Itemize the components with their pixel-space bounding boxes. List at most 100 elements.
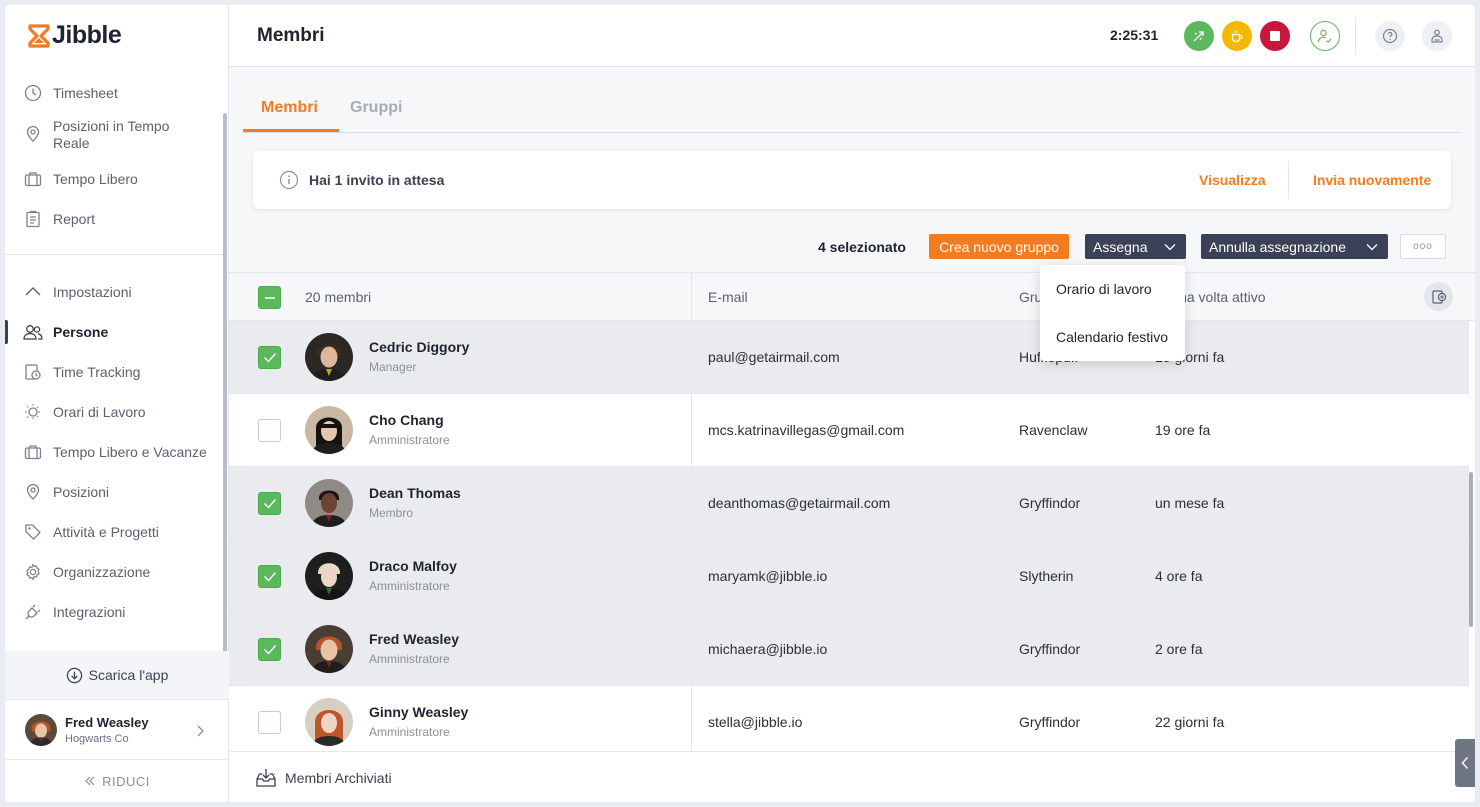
table-header: 20 membri E-mail Gruppo Ultima volta att…	[229, 272, 1475, 321]
sidebar-item-activities-projects[interactable]: Attività e Progetti	[5, 522, 225, 542]
sidebar-item-time-tracking[interactable]: Time Tracking	[5, 362, 225, 382]
sidebar-item-label: Tempo Libero e Vacanze	[53, 444, 207, 460]
attendance-button[interactable]	[1310, 21, 1340, 51]
row-checkbox[interactable]	[258, 492, 281, 515]
member-name[interactable]: Cho Chang	[369, 412, 444, 428]
more-actions-button[interactable]: ooo	[1400, 234, 1446, 259]
sidebar-item-time-off-holidays[interactable]: Tempo Libero e Vacanze	[5, 442, 225, 462]
sidebar-item-label: Tempo Libero	[53, 171, 138, 187]
sidebar-item-locations[interactable]: Posizioni	[5, 482, 225, 502]
sidebar-item-integrations[interactable]: Integrazioni	[5, 602, 225, 622]
hourglass-logo-icon	[28, 23, 50, 48]
sidebar-item-timesheet[interactable]: Timesheet	[5, 83, 225, 103]
expand-panel-tab[interactable]	[1455, 739, 1475, 787]
switch-activity-button[interactable]	[1184, 21, 1214, 51]
stop-icon	[1270, 31, 1280, 41]
sidebar-item-label: Posizioni in Tempo Reale	[53, 118, 170, 151]
unassign-button[interactable]: Annulla assegnazione	[1201, 234, 1388, 259]
create-group-button[interactable]: Crea nuovo gruppo	[929, 234, 1069, 259]
member-email: mcs.katrinavillegas@gmail.com	[708, 422, 905, 438]
app-window: Jibble Timesheet Posizioni in Tempo Real…	[5, 5, 1475, 802]
tab-members[interactable]: Membri	[261, 99, 318, 117]
sidebar-item-label: Impostazioni	[53, 284, 132, 300]
resend-invite-link[interactable]: Invia nuovamente	[1313, 172, 1431, 188]
row-checkbox[interactable]	[258, 565, 281, 588]
team-settings-icon	[1431, 29, 1443, 43]
tab-bar: Membri Gruppi	[243, 67, 1461, 133]
table-scrollbar[interactable]	[1469, 472, 1473, 627]
member-name[interactable]: Draco Malfoy	[369, 558, 457, 574]
user-profile-card[interactable]: Fred Weasley Hogwarts Co	[5, 699, 229, 759]
member-group: Gryffindor	[1019, 714, 1081, 730]
column-settings-button[interactable]	[1424, 282, 1453, 311]
member-role: Amministratore	[369, 725, 450, 739]
gear-icon	[23, 562, 43, 582]
sidebar-item-time-off[interactable]: Tempo Libero	[5, 169, 225, 189]
sidebar-settings-toggle[interactable]: Impostazioni	[5, 282, 225, 302]
member-name[interactable]: Cedric Diggory	[369, 339, 469, 355]
page-title: Membri	[257, 25, 325, 46]
sidebar-divider	[5, 254, 229, 255]
sidebar-item-work-schedules[interactable]: Orari di Lavoro	[5, 402, 225, 422]
checkmark-icon	[263, 499, 276, 509]
table-row[interactable]: Cedric Diggory Manager paul@getairmail.c…	[229, 321, 1469, 394]
row-checkbox[interactable]	[258, 419, 281, 442]
chevron-left-icon	[1461, 757, 1469, 769]
row-checkbox[interactable]	[258, 638, 281, 661]
member-name[interactable]: Ginny Weasley	[369, 704, 468, 720]
download-app-label: Scarica l'app	[88, 667, 169, 683]
column-header-email[interactable]: E-mail	[708, 289, 748, 305]
sidebar-item-report[interactable]: Report	[5, 209, 225, 229]
minus-icon	[264, 296, 275, 299]
member-role: Membro	[369, 506, 414, 520]
table-row[interactable]: Draco Malfoy Amministratore maryamk@jibb…	[229, 540, 1469, 613]
row-checkbox[interactable]	[258, 346, 281, 369]
notifications-button[interactable]	[1422, 21, 1452, 51]
checkmark-icon	[263, 572, 276, 582]
download-app-button[interactable]: Scarica l'app	[5, 651, 229, 699]
user-name: Fred Weasley	[65, 714, 149, 730]
stop-timer-button[interactable]	[1260, 21, 1290, 51]
view-invite-link[interactable]: Visualizza	[1199, 172, 1266, 188]
avatar	[305, 406, 353, 454]
column-header-members[interactable]: 20 membri	[305, 289, 371, 305]
user-check-icon	[1317, 29, 1332, 43]
main-content: Membri Gruppi Hai 1 invito in attesa Vis…	[229, 67, 1475, 802]
table-row[interactable]: Fred Weasley Amministratore michaera@jib…	[229, 613, 1469, 686]
member-email: maryamk@jibble.io	[708, 568, 828, 584]
member-name[interactable]: Fred Weasley	[369, 631, 459, 647]
member-name[interactable]: Dean Thomas	[369, 485, 461, 501]
avatar	[305, 552, 353, 600]
avatar	[305, 698, 353, 746]
break-button[interactable]	[1222, 21, 1252, 51]
pending-invite-banner: Hai 1 invito in attesa Visualizza Invia …	[253, 151, 1451, 209]
table-row[interactable]: Dean Thomas Membro deanthomas@getairmail…	[229, 467, 1469, 540]
help-button[interactable]	[1375, 21, 1405, 51]
collapse-sidebar-button[interactable]: RIDUCI	[5, 759, 229, 802]
chevron-down-icon	[1366, 243, 1378, 250]
row-checkbox[interactable]	[258, 711, 281, 734]
select-all-checkbox[interactable]	[258, 286, 281, 309]
invite-message: Hai 1 invito in attesa	[309, 172, 445, 188]
tab-groups[interactable]: Gruppi	[350, 99, 402, 117]
table-row[interactable]: Cho Chang Amministratore mcs.katrinavill…	[229, 394, 1469, 467]
sidebar-item-people[interactable]: Persone	[5, 320, 225, 344]
sidebar-item-organization[interactable]: Organizzazione	[5, 562, 225, 582]
archived-members-link[interactable]: Membri Archiviati	[255, 768, 392, 788]
member-group: Gryffindor	[1019, 495, 1081, 511]
clock-icon	[23, 83, 43, 103]
double-chevron-left-icon	[85, 776, 95, 786]
tag-icon	[23, 522, 43, 542]
top-header: Membri 2:25:31	[229, 5, 1475, 67]
sidebar-scrollbar[interactable]	[223, 113, 227, 653]
jibble-logo[interactable]: Jibble	[28, 21, 122, 50]
table-row[interactable]: Ginny Weasley Amministratore stella@jibb…	[229, 686, 1469, 751]
add-column-icon	[1431, 289, 1446, 304]
assign-button[interactable]: Assegna	[1085, 234, 1186, 259]
menu-item-work-schedule[interactable]: Orario di lavoro	[1056, 281, 1152, 297]
menu-item-holiday-calendar[interactable]: Calendario festivo	[1056, 329, 1168, 345]
member-group: Gryffindor	[1019, 641, 1081, 657]
sidebar-item-live-locations[interactable]: Posizioni in Tempo Reale	[5, 118, 225, 152]
assign-dropdown-menu: Orario di lavoro Calendario festivo	[1040, 265, 1185, 361]
assign-label: Assegna	[1093, 238, 1148, 255]
